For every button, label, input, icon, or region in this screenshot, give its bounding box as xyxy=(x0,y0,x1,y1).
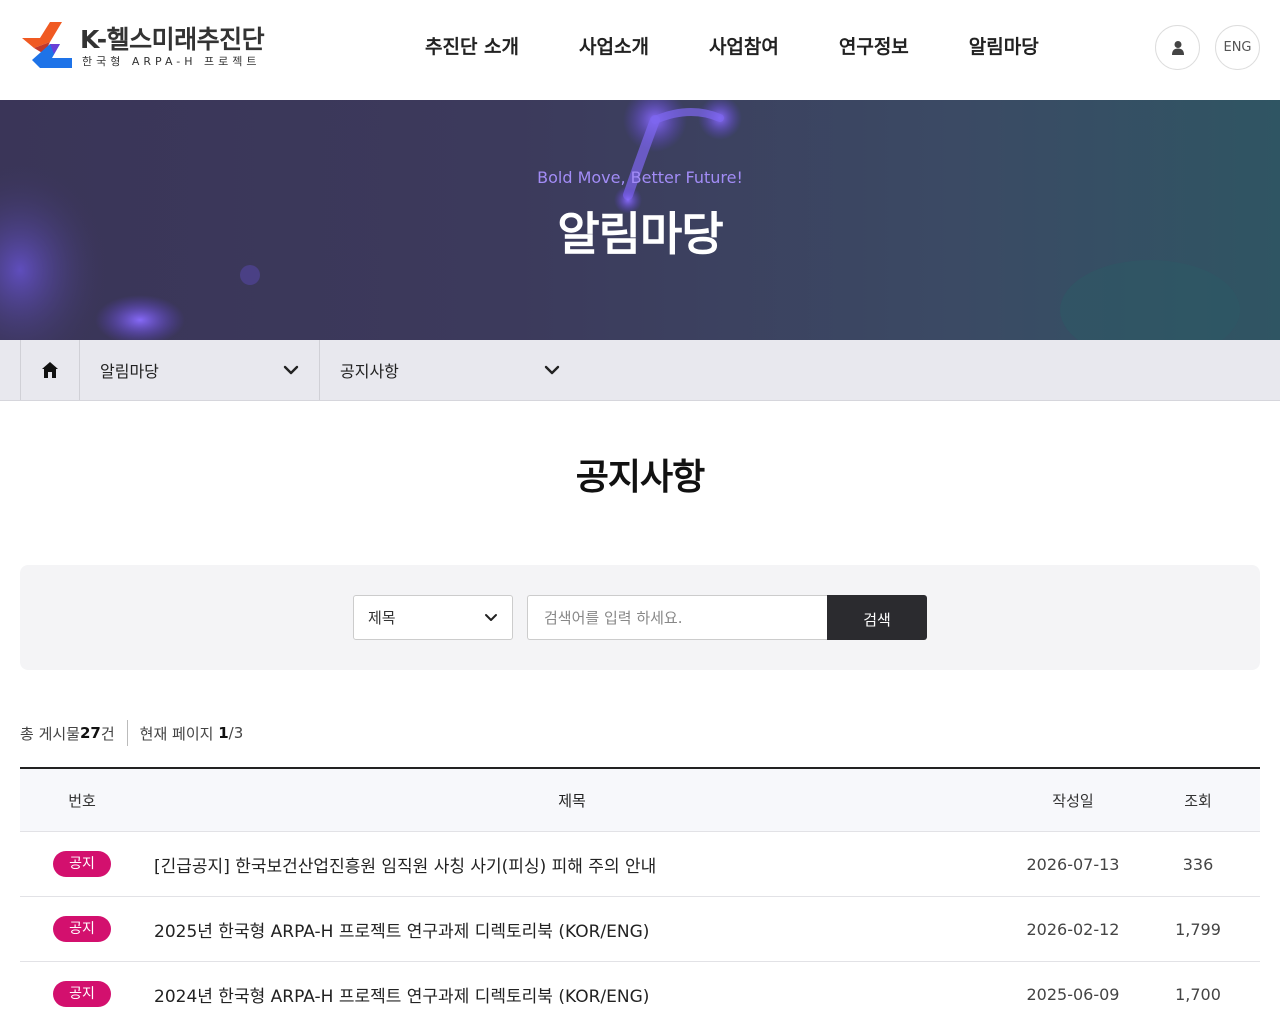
nav-item-about[interactable]: 추진단 소개 xyxy=(425,32,519,59)
column-header-date: 작성일 xyxy=(1052,791,1094,810)
language-button[interactable]: ENG xyxy=(1215,25,1260,70)
user-button[interactable] xyxy=(1155,25,1200,70)
user-icon xyxy=(1171,40,1184,55)
breadcrumb-depth2-label: 공지사항 xyxy=(340,362,399,381)
logo-mark-icon xyxy=(22,22,72,68)
post-views: 1,700 xyxy=(1175,984,1221,1004)
post-date: 2025-06-09 xyxy=(1026,984,1120,1004)
nav-item-research[interactable]: 연구정보 xyxy=(839,32,909,59)
breadcrumb-depth2-dropdown[interactable]: 공지사항 xyxy=(320,340,580,400)
table-row[interactable]: 공지 2025년 한국형 ARPA-H 프로젝트 연구과제 디렉토리북 (KOR… xyxy=(20,897,1260,962)
notice-table: 번호 제목 작성일 조회 공지 [긴급공지] 한국보건산업진흥원 임직원 사칭 … xyxy=(20,767,1260,1024)
chevron-down-icon xyxy=(485,614,497,621)
breadcrumb-depth1-label: 알림마당 xyxy=(100,362,159,381)
hero-title: 알림마당 xyxy=(557,207,723,261)
logo-subtitle: 한국형 ARPA-H 프로젝트 xyxy=(82,55,261,68)
search-field-value: 제목 xyxy=(368,609,396,627)
search-field-select[interactable]: 제목 xyxy=(353,595,513,640)
post-title-link[interactable]: 2025년 한국형 ARPA-H 프로젝트 연구과제 디렉토리북 (KOR/EN… xyxy=(144,917,1010,942)
breadcrumb-depth1-dropdown[interactable]: 알림마당 xyxy=(80,340,320,400)
current-page: 1 xyxy=(218,724,229,742)
logo-title: K-헬스미래추진단 xyxy=(80,25,265,54)
chevron-down-icon xyxy=(283,365,299,375)
hero-subtitle: Bold Move, Better Future! xyxy=(537,168,743,187)
total-suffix: 건 xyxy=(100,724,115,743)
post-views: 336 xyxy=(1182,854,1214,874)
home-icon xyxy=(42,362,58,378)
column-header-number: 번호 xyxy=(68,791,96,810)
notice-badge: 공지 xyxy=(53,851,111,877)
breadcrumb: 알림마당 공지사항 xyxy=(0,340,1280,401)
post-title-link[interactable]: 2024년 한국형 ARPA-H 프로젝트 연구과제 디렉토리북 (KOR/EN… xyxy=(144,982,1010,1007)
main-navigation: 추진단 소개 사업소개 사업참여 연구정보 알림마당 xyxy=(425,32,1099,59)
total-count: 27 xyxy=(79,724,101,742)
post-date: 2026-02-12 xyxy=(1026,919,1120,939)
total-pages: /3 xyxy=(228,724,244,742)
site-header: K-헬스미래추진단 한국형 ARPA-H 프로젝트 추진단 소개 사업소개 사업… xyxy=(0,0,1280,100)
nav-item-business[interactable]: 사업소개 xyxy=(579,32,649,59)
notice-badge: 공지 xyxy=(53,981,111,1007)
search-panel: 제목 검색 xyxy=(20,565,1260,670)
column-header-title: 제목 xyxy=(558,791,586,810)
table-row[interactable]: 공지 [긴급공지] 한국보건산업진흥원 임직원 사칭 사기(피싱) 피해 주의 … xyxy=(20,832,1260,897)
home-button[interactable] xyxy=(20,340,80,400)
post-date: 2026-07-13 xyxy=(1026,854,1120,874)
chevron-down-icon xyxy=(544,365,560,375)
search-button[interactable]: 검색 xyxy=(827,595,927,640)
divider xyxy=(126,720,128,746)
table-row[interactable]: 공지 2024년 한국형 ARPA-H 프로젝트 연구과제 디렉토리북 (KOR… xyxy=(20,962,1260,1024)
post-views: 1,799 xyxy=(1175,919,1221,939)
hero-banner: Bold Move, Better Future! 알림마당 xyxy=(0,100,1280,340)
board-summary: 총 게시물 27 건 현재 페이지 1 /3 xyxy=(20,720,243,746)
site-logo[interactable]: K-헬스미래추진단 한국형 ARPA-H 프로젝트 xyxy=(20,20,280,72)
page-prefix: 현재 페이지 xyxy=(139,724,214,743)
table-header: 번호 제목 작성일 조회 xyxy=(20,769,1260,832)
notice-badge: 공지 xyxy=(53,916,111,942)
post-title-link[interactable]: [긴급공지] 한국보건산업진흥원 임직원 사칭 사기(피싱) 피해 주의 안내 xyxy=(144,852,1010,877)
nav-item-participation[interactable]: 사업참여 xyxy=(709,32,779,59)
nav-item-notice[interactable]: 알림마당 xyxy=(969,32,1039,59)
column-header-views: 조회 xyxy=(1184,791,1212,810)
total-prefix: 총 게시물 xyxy=(20,724,80,743)
page-title: 공지사항 xyxy=(575,457,705,498)
search-input[interactable] xyxy=(527,595,827,640)
